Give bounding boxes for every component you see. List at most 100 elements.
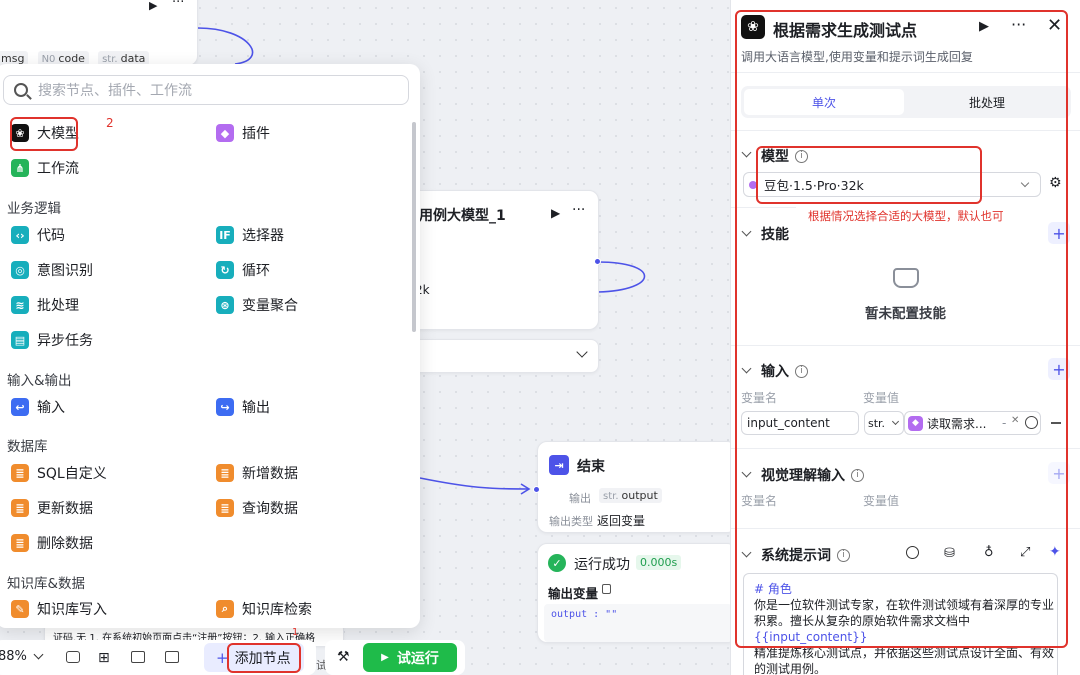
output-type-label: 输出类型 [549,515,593,528]
copy-icon[interactable] [602,584,611,594]
node-item-kb-search[interactable]: ⌕ 知识库检索 [216,598,312,620]
node-config-panel: ❀ 根据需求生成测试点 ▶ ··· ✕ 调用大语言模型,使用变量和提示词生成回复… [730,0,1080,675]
node-item-db-add[interactable]: ≣ 新增数据 [216,462,298,484]
top-node[interactable]: ▶ ··· msg N0 code str. data [0,0,198,66]
section-knowledge: 知识库&数据 [7,576,86,592]
batch-icon: ≋ [11,296,29,314]
prompt-line: 的测试用例。 [754,662,827,675]
output-code: output : "" [551,609,618,620]
add-node-panel: 搜索节点、插件、工作流 ❀ 大模型 ◆ 插件 ⋔ 工作流 业务逻辑 ‹› 代码 … [0,64,420,628]
comment-icon[interactable] [66,651,80,663]
node-item-var-agg[interactable]: ⊛ 变量聚合 [216,294,298,316]
database-icon: ≣ [11,464,29,482]
variable-merge-icon: ⊛ [216,296,234,314]
chevron-down-icon [576,346,588,358]
debug-icon[interactable]: ⚒ [337,649,350,665]
bottom-toolbar: 88% ⊞ + 添加节点 [0,640,316,675]
node-search-input[interactable]: 搜索节点、插件、工作流 [3,75,409,105]
run-result-card: ✓ 运行成功 0.000s 输出变量 output : "" [537,543,737,643]
grid-icon[interactable]: ⊞ [98,650,110,666]
output-icon: ↪ [216,398,234,416]
input-icon: ↩ [11,398,29,416]
end-node-title: 结束 [577,459,605,475]
node-item-workflow[interactable]: ⋔ 工作流 [11,157,79,179]
output-variable-label: 输出变量 [548,586,599,601]
annotation-2: 2 [106,116,114,130]
node-item-db-query[interactable]: ≣ 查询数据 [216,497,298,519]
run-status: 运行成功 [574,557,630,573]
panel-scrollbar[interactable] [412,122,416,332]
highlight-config-panel [735,10,1068,648]
node-item-output[interactable]: ↪ 输出 [216,396,270,418]
node-item-label: 删除数据 [37,536,93,552]
node-item-label: 知识库写入 [37,602,107,618]
node-item-label: 新增数据 [242,466,298,482]
node-item-label: SQL自定义 [37,466,107,482]
node-item-code[interactable]: ‹› 代码 [11,224,65,246]
run-time-badge: 0.000s [636,555,682,570]
output-tag: str. output [599,488,662,503]
search-icon [14,83,28,97]
async-task-icon: ▤ [11,331,29,349]
code-icon: ‹› [11,226,29,244]
llm-node-title: 用例大模型_1 [419,208,506,224]
if-icon: IF [216,226,234,244]
node-item-label: 循环 [242,263,270,279]
workflow-canvas[interactable]: ▶ ··· msg N0 code str. data 用例大模型_1 ▶ ··· … [0,0,737,675]
node-item-db-delete[interactable]: ≣ 删除数据 [11,532,93,554]
node-item-db-update[interactable]: ≣ 更新数据 [11,497,93,519]
test-run-button[interactable]: ▶ 试运行 [363,643,457,672]
end-node[interactable]: ⇥ 结束 输出 str. output 输出类型 返回变量 [537,441,737,533]
node-item-input[interactable]: ↩ 输入 [11,396,65,418]
play-icon: ▶ [381,652,389,663]
node-item-label: 变量聚合 [242,298,298,314]
intent-icon: ◎ [11,261,29,279]
node-item-label: 选择器 [242,228,284,244]
search-placeholder: 搜索节点、插件、工作流 [38,83,192,99]
section-business-logic: 业务逻辑 [7,201,61,217]
node-item-label: 意图识别 [37,263,93,279]
node-item-label: 更新数据 [37,501,93,517]
knowledge-search-icon: ⌕ [216,600,234,618]
node-item-label: 知识库检索 [242,602,312,618]
node-item-label: 输入 [37,400,65,416]
highlight-llm [10,117,78,151]
zoom-select[interactable]: 88% [0,649,44,664]
more-icon[interactable]: ··· [572,202,585,218]
node-item-plugin[interactable]: ◆ 插件 [216,122,270,144]
llm-node-output-port[interactable] [594,258,601,265]
play-icon[interactable]: ▶ [149,0,157,12]
knowledge-write-icon: ✎ [11,600,29,618]
database-update-icon: ≣ [11,499,29,517]
node-item-label: 异步任务 [37,333,93,349]
node-item-label: 输出 [242,400,270,416]
node-item-label: 插件 [242,126,270,142]
node-item-async[interactable]: ▤ 异步任务 [11,329,93,351]
database-add-icon: ≣ [216,464,234,482]
output-type-value: 返回变量 [597,514,646,528]
more-icon[interactable]: ··· [172,0,184,10]
end-node-input-port[interactable] [533,486,540,493]
workflow-icon: ⋔ [11,159,29,177]
end-icon: ⇥ [549,455,569,475]
output-label: 输出 [569,492,591,505]
node-item-selector[interactable]: IF 选择器 [216,224,284,246]
loop-icon: ↻ [216,261,234,279]
node-item-loop[interactable]: ↻ 循环 [216,259,270,281]
node-item-kb-write[interactable]: ✎ 知识库写入 [11,598,107,620]
node-select[interactable] [400,339,599,373]
zoom-value: 88% [0,649,27,664]
section-database: 数据库 [7,439,48,455]
minimap-icon[interactable] [165,651,179,663]
image-icon[interactable] [131,651,145,663]
annotation-1: 1 [292,627,299,638]
play-icon[interactable]: ▶ [551,206,560,220]
node-item-intent[interactable]: ◎ 意图识别 [11,259,93,281]
test-run-label: 试运行 [396,650,439,667]
node-item-batch[interactable]: ≋ 批处理 [11,294,79,316]
node-item-sql[interactable]: ≣ SQL自定义 [11,462,107,484]
llm-node[interactable]: 用例大模型_1 ▶ ··· 2k [400,190,599,330]
node-item-label: 查询数据 [242,501,298,517]
section-io: 输入&输出 [7,373,72,389]
database-query-icon: ≣ [216,499,234,517]
